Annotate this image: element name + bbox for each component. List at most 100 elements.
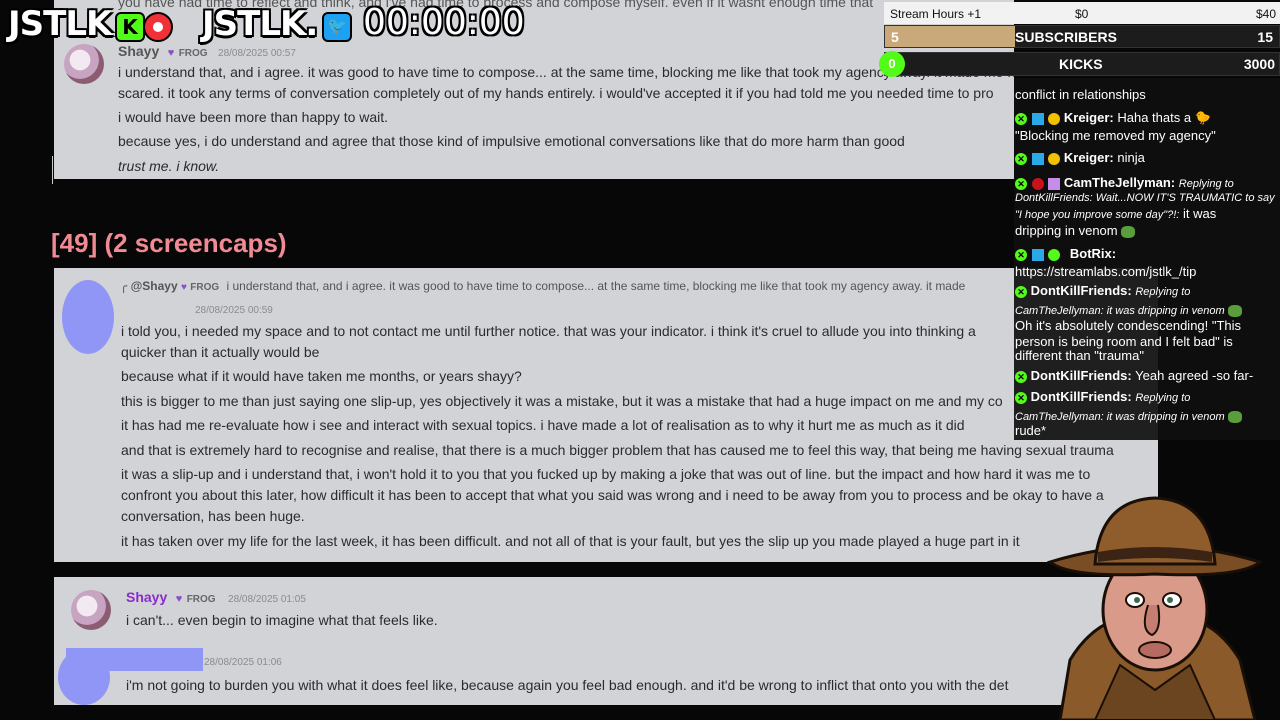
- screencap-panel-1: you have had time to reflect and think, …: [54, 0, 1014, 179]
- red-badge-icon: [1031, 177, 1044, 190]
- message-line: quicker than it actually would be: [121, 344, 320, 360]
- kicks-goal: 3000: [1243, 56, 1275, 72]
- avatar: [64, 44, 104, 84]
- message-line: conversation, has been huge.: [121, 508, 305, 524]
- channel-logo: JSTLK.: [202, 4, 318, 44]
- stream-timer: 00:00:00: [363, 2, 525, 43]
- chat-message: conflict in relationships: [1015, 87, 1146, 102]
- timestamp: 28/08/2025 01:05: [228, 594, 306, 605]
- kick-icon: K: [115, 12, 145, 42]
- message-line: i can't... even begin to imagine what th…: [126, 612, 438, 628]
- chat-message: ✕ DontKillFriends: Replying to: [1015, 389, 1190, 404]
- reply-quote: CamTheJellyman: it was dripping in venom: [1015, 411, 1225, 423]
- chat-message: ✕ BotRix:: [1015, 246, 1116, 261]
- chat-username[interactable]: CamTheJellyman:: [1064, 175, 1175, 190]
- chat-text: Oh it's absolutely condescending! "This: [1015, 318, 1242, 333]
- pepe-emote-icon: [1228, 304, 1243, 317]
- subscribers-progress-fill: [885, 26, 1016, 47]
- chat-username[interactable]: DontKillFriends:: [1031, 283, 1132, 298]
- reply-label: Replying to: [1135, 392, 1191, 404]
- role-badge: FROG: [186, 594, 216, 605]
- pepe-emote-icon: [1228, 410, 1243, 423]
- detective-character-icon: [1046, 496, 1264, 720]
- cursor-line: [52, 156, 53, 184]
- record-icon: [143, 12, 173, 42]
- chat-username[interactable]: DontKillFriends:: [1031, 368, 1132, 383]
- message-line: confront you about this later, how diffi…: [121, 487, 1104, 503]
- kicks-label: KICKS: [1059, 56, 1103, 72]
- screencap-panel-2: ╭ @Shayy ♥ FROG i understand that, and i…: [54, 268, 1158, 562]
- timestamp: 28/08/2025 01:06: [204, 657, 282, 668]
- kick-badge-icon: ✕: [1015, 285, 1027, 298]
- chat-text: ninja: [1117, 150, 1145, 165]
- reply-arrow-icon: ╭: [120, 279, 128, 293]
- screencap-panel-3: Shayy ♥ FROG 28/08/2025 01:05 i can't...…: [54, 577, 1158, 705]
- message-line: because what if it would have taken me m…: [121, 368, 522, 384]
- kick-badge-icon: ✕: [1015, 248, 1027, 261]
- chat-message: "I hope you improve some day"?!: it was: [1015, 206, 1216, 221]
- stream-hours-label: Stream Hours +1: [890, 7, 982, 21]
- chat-username[interactable]: Kreiger:: [1064, 110, 1114, 125]
- reply-username[interactable]: @Shayy: [131, 279, 178, 293]
- message-line: i told you, i needed my space and to not…: [121, 323, 976, 339]
- emote-icon: 🐤: [1194, 110, 1211, 125]
- username[interactable]: Shayy: [118, 43, 159, 59]
- message-line: i would have been more than happy to wai…: [118, 109, 389, 125]
- redacted-avatar: [58, 649, 110, 705]
- subscribers-goal-bar: 5 SUBSCRIBERS 15: [884, 25, 1280, 48]
- stream-hours-bar: Stream Hours +1 $0 $40: [884, 2, 1280, 24]
- chat-text: dripping in venom: [1015, 223, 1118, 238]
- chat-message: ✕ DontKillFriends: Replying to: [1015, 283, 1190, 298]
- reply-label: Replying to: [1135, 286, 1191, 298]
- chat-message: ✕ CamTheJellyman: Replying to: [1015, 175, 1234, 190]
- heart-icon: ♥: [175, 593, 183, 605]
- message-line: it has had me re-evaluate how i see and …: [121, 417, 965, 433]
- chat-message: CamTheJellyman: it was dripping in venom: [1015, 408, 1243, 423]
- chat-username[interactable]: BotRix:: [1070, 246, 1116, 261]
- chat-message: ✕ DontKillFriends: Yeah agreed -so far-: [1015, 368, 1253, 383]
- message-line: and that is extremely hard to recognise …: [121, 442, 1114, 458]
- timestamp: 28/08/2025 00:57: [218, 48, 296, 59]
- chat-text: Yeah agreed -so far-: [1135, 368, 1254, 383]
- heart-icon: ♥: [167, 47, 175, 59]
- channel-logo: JSTLK: [8, 4, 112, 44]
- reply-quote: DontKillFriends: Wait...NOW IT'S TRAUMAT…: [1015, 192, 1275, 204]
- message-line: i'm not going to burden you with what it…: [126, 677, 1009, 693]
- sub-badge-icon: [1048, 112, 1061, 125]
- stream-hours-end: $40: [1255, 7, 1276, 21]
- gift-badge-icon: [1048, 177, 1061, 190]
- reply-quote: CamTheJellyman: it was dripping in venom: [1015, 305, 1225, 317]
- sub-badge-icon: [1048, 152, 1061, 165]
- kicks-goal-bar: 0 KICKS 3000: [879, 51, 1280, 77]
- role-badge: FROG: [190, 282, 220, 293]
- role-badge: FROG: [178, 48, 208, 59]
- username[interactable]: Shayy: [126, 589, 167, 605]
- timestamp: 28/08/2025 00:59: [195, 305, 273, 316]
- chat-username[interactable]: Kreiger:: [1064, 150, 1114, 165]
- reply-text: i understand that, and i agree. it was g…: [226, 279, 966, 293]
- message-line: scared. it took any terms of conversatio…: [118, 85, 994, 101]
- heart-icon: ♥: [180, 282, 187, 293]
- message-line: trust me. i know.: [118, 158, 220, 174]
- subscribers-goal: 15: [1257, 29, 1273, 45]
- chat-username[interactable]: DontKillFriends:: [1031, 389, 1132, 404]
- kick-badge-icon: ✕: [1015, 391, 1027, 404]
- chat-text: person is being room and I felt bad" is: [1015, 334, 1233, 349]
- verified-badge-icon: [1031, 152, 1044, 165]
- verified-badge-icon: [1031, 248, 1044, 261]
- message-line: it was a slip-up and i understand that, …: [121, 466, 1091, 482]
- message-line: it has taken over my life for the last w…: [121, 533, 1020, 549]
- bot-badge-icon: [1048, 248, 1061, 261]
- chat-message: ✕ Kreiger: ninja: [1015, 150, 1145, 165]
- kick-badge-icon: ✕: [1015, 177, 1027, 190]
- chat-message: CamTheJellyman: it was dripping in venom: [1015, 302, 1243, 317]
- chat-link[interactable]: https://streamlabs.com/jstlk_/tip: [1015, 264, 1196, 279]
- verified-badge-icon: [1031, 112, 1044, 125]
- chat-overlay: conflict in relationships ✕ Kreiger: Hah…: [1014, 78, 1280, 440]
- reply-quote: "I hope you improve some day"?!:: [1015, 209, 1180, 221]
- kick-badge-icon: ✕: [1015, 112, 1027, 125]
- message-line: this is bigger to me than just saying on…: [121, 393, 1003, 409]
- subscribers-label: SUBSCRIBERS: [1015, 29, 1117, 45]
- reply-label: Replying to: [1178, 178, 1234, 190]
- chat-message: dripping in venom: [1015, 223, 1136, 238]
